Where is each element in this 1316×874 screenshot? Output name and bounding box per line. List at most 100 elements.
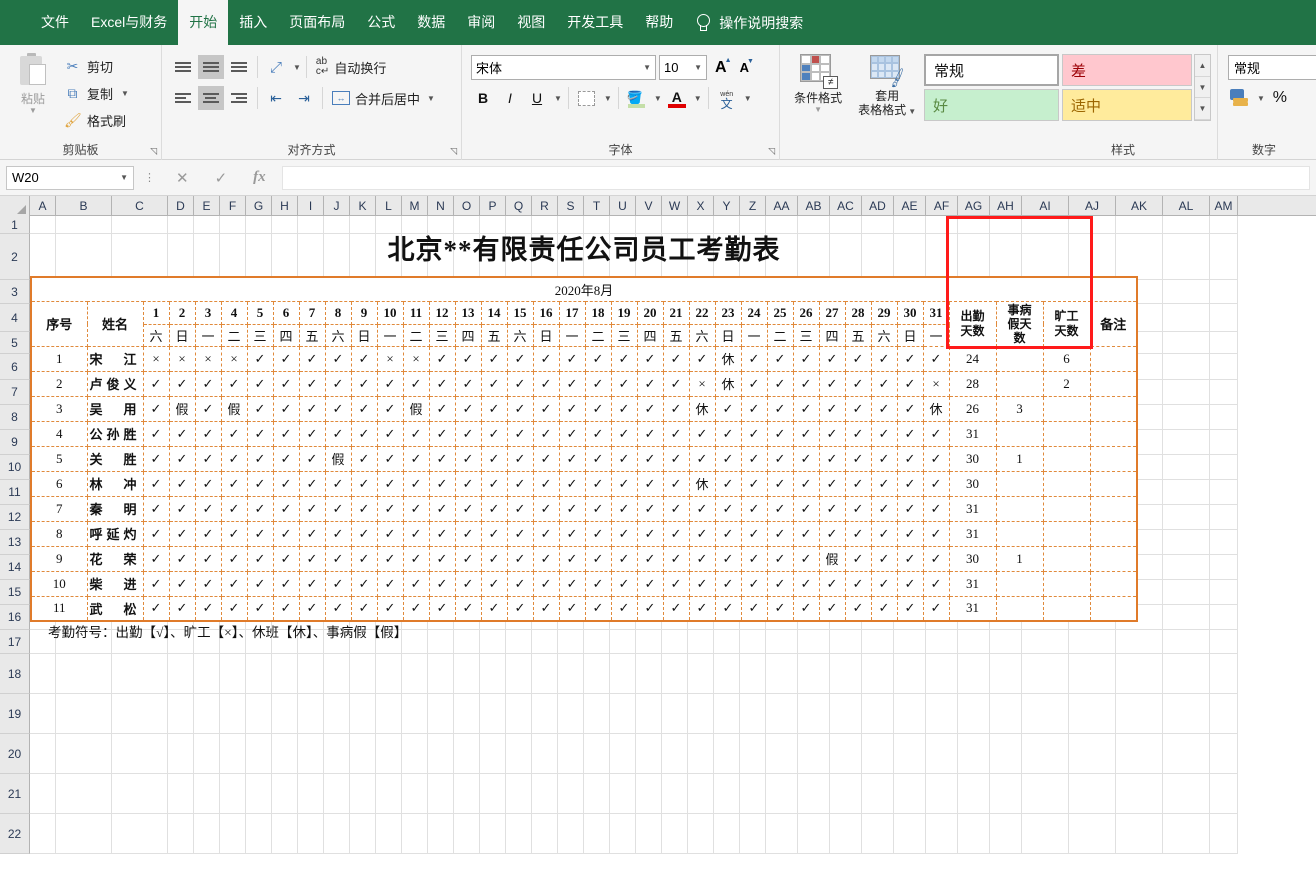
cell-absent-days[interactable]: 2 xyxy=(1042,370,1091,397)
cell-attendance-mark[interactable]: ✓ xyxy=(246,345,274,372)
cell-attendance-mark[interactable]: ✓ xyxy=(792,495,820,522)
cell-attendance-mark[interactable]: ✓ xyxy=(844,395,872,422)
cell-attendance-mark[interactable]: ✓ xyxy=(506,345,534,372)
header-weekday[interactable]: 三 xyxy=(428,323,456,347)
cell-attendance-mark[interactable]: ✓ xyxy=(740,420,768,447)
grid-cell[interactable] xyxy=(1163,405,1210,430)
cell-attendance-mark[interactable]: ✓ xyxy=(792,370,820,397)
cell-index[interactable]: 1 xyxy=(30,345,88,372)
cell-style-normal[interactable]: 常规 xyxy=(924,54,1059,86)
name-box[interactable]: W20 ▼ xyxy=(6,165,134,190)
header-weekday[interactable]: 五 xyxy=(662,323,690,347)
cell-attendance-mark[interactable]: ✓ xyxy=(480,420,508,447)
cell-attendance-mark[interactable]: ✓ xyxy=(194,420,222,447)
cell-name[interactable]: 卢俊义 xyxy=(86,370,144,397)
column-header-g[interactable]: G xyxy=(246,196,272,216)
grid-cell[interactable] xyxy=(246,654,272,694)
cell-attendance-mark[interactable]: ✓ xyxy=(662,345,690,372)
header-weekday[interactable]: 五 xyxy=(844,323,872,347)
grid-cell[interactable] xyxy=(1163,280,1210,304)
grid-cell[interactable] xyxy=(1210,694,1238,734)
cell-attendance-mark[interactable]: ✓ xyxy=(350,370,378,397)
chevron-down-icon[interactable]: ▼ xyxy=(120,173,128,182)
cell-name[interactable]: 林 冲 xyxy=(86,470,144,497)
cell-attendance-mark[interactable]: ✓ xyxy=(324,495,352,522)
grid-cell[interactable] xyxy=(480,814,506,854)
cell-name[interactable]: 花 荣 xyxy=(86,545,144,572)
cell-name[interactable]: 武 松 xyxy=(86,595,144,622)
cell-attendance-mark[interactable]: × xyxy=(142,345,170,372)
phonetic-guide-button[interactable]: wén 文 xyxy=(715,86,739,110)
column-header-ac[interactable]: AC xyxy=(830,196,862,216)
column-header-ae[interactable]: AE xyxy=(894,196,926,216)
cell-remark[interactable] xyxy=(1089,470,1138,497)
column-header-d[interactable]: D xyxy=(168,196,194,216)
cell-attendance-mark[interactable]: ✓ xyxy=(350,595,378,622)
cell-attendance-mark[interactable]: ✓ xyxy=(246,370,274,397)
column-header-r[interactable]: R xyxy=(532,196,558,216)
chevron-down-icon[interactable]: ▼ xyxy=(293,63,301,72)
cell-attendance-mark[interactable]: ✓ xyxy=(636,420,664,447)
cell-attendance-mark[interactable]: ✓ xyxy=(844,595,872,622)
grid-cell[interactable] xyxy=(688,734,714,774)
ribbon-tab-excel-finance[interactable]: Excel与财务 xyxy=(80,0,178,45)
cell-absent-days[interactable] xyxy=(1042,445,1091,472)
cell-attendance-mark[interactable]: ✓ xyxy=(636,545,664,572)
cell-index[interactable]: 10 xyxy=(30,570,88,597)
grid-cell[interactable] xyxy=(480,774,506,814)
cell-name[interactable]: 关 胜 xyxy=(86,445,144,472)
grid-cell[interactable] xyxy=(558,694,584,734)
grid-cell[interactable] xyxy=(714,774,740,814)
cell-attendance-mark[interactable]: ✓ xyxy=(766,420,794,447)
grid-cell[interactable] xyxy=(610,694,636,734)
align-center-button[interactable] xyxy=(198,86,224,110)
cell-attendance-mark[interactable]: ✓ xyxy=(584,345,612,372)
cell-attendance-mark[interactable]: ✓ xyxy=(272,470,300,497)
cell-attendance-mark[interactable]: ✓ xyxy=(350,520,378,547)
header-absent-days[interactable]: 旷工 天数 xyxy=(1042,300,1091,347)
cell-attendance-mark[interactable]: ✓ xyxy=(688,545,716,572)
cell-attendance-mark[interactable]: ✓ xyxy=(454,520,482,547)
grid-cell[interactable] xyxy=(830,694,862,734)
row-header-9[interactable]: 9 xyxy=(0,430,30,455)
cell-attendance-mark[interactable]: ✓ xyxy=(142,395,170,422)
cell-attendance-mark[interactable]: ✓ xyxy=(844,370,872,397)
cell-attendance-mark[interactable]: ✓ xyxy=(506,520,534,547)
grid-cell[interactable] xyxy=(1210,354,1238,380)
grid-cell[interactable] xyxy=(1210,580,1238,605)
cell-attendance-mark[interactable]: ✓ xyxy=(662,370,690,397)
grid-cell[interactable] xyxy=(56,654,112,694)
cell-attendance-mark[interactable]: ✓ xyxy=(610,345,638,372)
cell-attend-days[interactable]: 31 xyxy=(948,520,997,547)
grid-cell[interactable] xyxy=(662,814,688,854)
grid-cell[interactable] xyxy=(1163,630,1210,654)
cell-index[interactable]: 11 xyxy=(30,595,88,622)
header-day-26[interactable]: 26 xyxy=(792,300,820,325)
grid-cell[interactable] xyxy=(246,774,272,814)
cell-attendance-mark[interactable]: ✓ xyxy=(168,420,196,447)
insert-function-icon[interactable]: fx xyxy=(253,169,266,186)
grid-cell[interactable] xyxy=(402,654,428,694)
header-weekday[interactable]: 三 xyxy=(792,323,820,347)
cell-attendance-mark[interactable]: ✓ xyxy=(740,595,768,622)
cell-attendance-mark[interactable]: ✓ xyxy=(662,595,690,622)
grid-cell[interactable] xyxy=(220,774,246,814)
grid-cell[interactable] xyxy=(990,654,1022,694)
cell-style-good[interactable]: 好 xyxy=(924,89,1059,121)
header-weekday[interactable]: 二 xyxy=(766,323,794,347)
grid-cell[interactable] xyxy=(480,654,506,694)
cell-attendance-mark[interactable]: ✓ xyxy=(220,595,248,622)
row-header-16[interactable]: 16 xyxy=(0,605,30,630)
cell-attendance-mark[interactable]: ✓ xyxy=(480,370,508,397)
grid-cell[interactable] xyxy=(990,734,1022,774)
header-leave-days[interactable]: 事病 假天数 xyxy=(995,300,1044,347)
scroll-down-icon[interactable]: ▼ xyxy=(1195,77,1210,99)
cell-attendance-mark[interactable]: ✓ xyxy=(818,445,846,472)
grid-cell[interactable] xyxy=(480,734,506,774)
cell-attendance-mark[interactable]: ✓ xyxy=(766,470,794,497)
cell-attendance-mark[interactable]: × xyxy=(922,370,950,397)
cell-attendance-mark[interactable]: ✓ xyxy=(142,520,170,547)
grid-cell[interactable] xyxy=(1116,654,1163,694)
grid-cell[interactable] xyxy=(830,814,862,854)
cell-attendance-mark[interactable]: ✓ xyxy=(584,495,612,522)
